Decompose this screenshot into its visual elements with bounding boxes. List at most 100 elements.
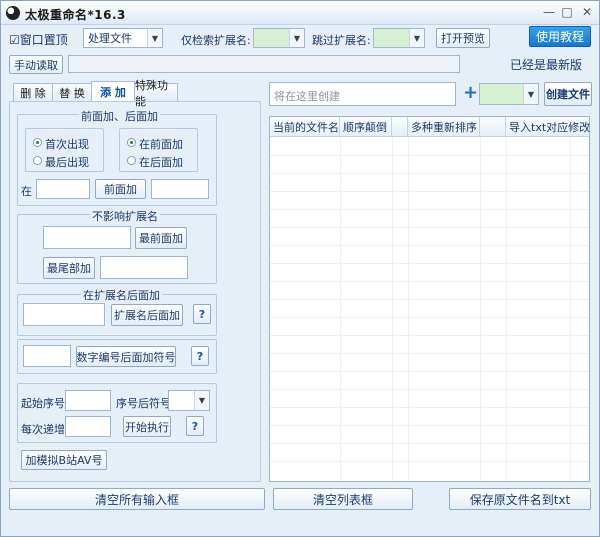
close-icon[interactable]: ✕ xyxy=(579,5,595,21)
create-name-input[interactable]: 将在这里创建 xyxy=(269,82,456,106)
start-exec-button[interactable]: 开始执行 xyxy=(123,416,171,437)
after-ext-button[interactable]: 扩展名后面加 xyxy=(111,304,183,326)
bilibili-av-button[interactable]: 加模拟B站AV号 xyxy=(21,450,107,470)
plus-icon: + xyxy=(463,82,479,103)
add-front-radio-label: 在前面加 xyxy=(139,138,183,151)
maximize-icon[interactable]: □ xyxy=(559,5,575,21)
row-line xyxy=(270,443,589,444)
first-occurrence-label: 首次出现 xyxy=(45,138,89,151)
taichi-logo-icon xyxy=(6,6,20,20)
minimize-icon[interactable]: — xyxy=(541,5,557,21)
clear-inputs-button[interactable]: 清空所有输入框 xyxy=(9,488,265,510)
column-divider xyxy=(570,137,571,481)
topmost-checkbox[interactable]: ☑窗口置顶 xyxy=(9,31,68,48)
preview-button[interactable]: 打开预览 xyxy=(436,28,490,48)
column-divider xyxy=(392,137,393,481)
tab-special[interactable]: 特殊功能 xyxy=(134,79,178,108)
column-current-name[interactable]: 当前的文件名 xyxy=(270,117,340,137)
after-ext-input[interactable] xyxy=(23,303,105,326)
clear-list-button[interactable]: 清空列表框 xyxy=(273,488,413,510)
keep-ext-title: 不影响扩展名 xyxy=(90,208,160,224)
row-line xyxy=(270,227,589,228)
chevron-down-icon: ▼ xyxy=(409,29,424,47)
chevron-down-icon: ▼ xyxy=(289,29,304,47)
window-title: 太极重命名*16.3 xyxy=(25,8,126,22)
chevron-down-icon: ▼ xyxy=(194,391,209,410)
front-back-title: 前面加、后面加 xyxy=(79,108,160,124)
column-divider xyxy=(480,137,481,481)
last-occurrence-radio[interactable] xyxy=(33,156,42,165)
start-seq-input[interactable] xyxy=(65,390,111,411)
front-most-input[interactable] xyxy=(43,226,131,249)
row-line xyxy=(270,407,589,408)
column-multi-sort[interactable]: 多种重新排序 xyxy=(408,117,480,137)
tutorial-button[interactable]: 使用教程 xyxy=(529,26,591,47)
tab-delete[interactable]: 删 除 xyxy=(13,83,53,101)
checkbox-icon: ☑ xyxy=(9,33,20,47)
file-list[interactable]: 当前的文件名 顺序颠倒 多种重新排序 导入txt对应修改 xyxy=(269,116,590,482)
add-end-button[interactable]: 最尾部加 xyxy=(43,257,95,279)
add-back-radio[interactable] xyxy=(127,156,136,165)
mode-value: 处理文件 xyxy=(88,32,132,45)
skip-ext-select[interactable]: ▼ xyxy=(373,28,425,48)
row-line xyxy=(270,245,589,246)
mode-select[interactable]: 处理文件 ▼ xyxy=(83,28,163,48)
search-ext-select[interactable]: ▼ xyxy=(253,28,305,48)
row-line xyxy=(270,425,589,426)
row-line xyxy=(270,389,589,390)
column-divider xyxy=(506,137,507,481)
row-line xyxy=(270,209,589,210)
add-back-radio-label: 在后面加 xyxy=(139,156,183,169)
main-window: 太极重命名*16.3 — □ ✕ ☑窗口置顶 处理文件 ▼ 仅检索扩展名: ▼ … xyxy=(0,0,600,537)
add-text-input[interactable] xyxy=(151,179,209,199)
step-label: 每次递增 xyxy=(21,423,65,436)
row-line xyxy=(270,155,589,156)
column-blank-b xyxy=(480,117,506,137)
path-input[interactable] xyxy=(68,55,460,73)
row-line xyxy=(270,371,589,372)
sequence-help-button[interactable]: ? xyxy=(186,416,204,436)
topmost-label: 窗口置顶 xyxy=(19,33,68,47)
row-line xyxy=(270,317,589,318)
end-most-input[interactable] xyxy=(100,256,188,279)
seq-suffix-label: 序号后符号 xyxy=(116,397,171,410)
add-front-radio[interactable] xyxy=(127,138,136,147)
after-ext-help-button[interactable]: ? xyxy=(193,304,211,324)
version-status: 已经是最新版 xyxy=(510,58,583,72)
row-line xyxy=(270,263,589,264)
after-number-input[interactable] xyxy=(23,345,71,367)
row-line xyxy=(270,281,589,282)
start-seq-label: 起始序号 xyxy=(21,397,65,410)
skip-ext-label: 跳过扩展名: xyxy=(312,34,371,47)
create-ext-select[interactable]: ▼ xyxy=(479,83,539,105)
add-front-most-button[interactable]: 最前面加 xyxy=(135,227,187,249)
column-divider xyxy=(340,137,341,481)
after-number-button[interactable]: 数字编号后面加符号 xyxy=(76,346,176,367)
row-line xyxy=(270,353,589,354)
last-occurrence-label: 最后出现 xyxy=(45,156,89,169)
save-names-button[interactable]: 保存原文件名到txt xyxy=(449,488,591,510)
position-index-input[interactable] xyxy=(36,179,90,199)
column-divider xyxy=(408,137,409,481)
seq-suffix-select[interactable]: ▼ xyxy=(168,390,210,411)
row-line xyxy=(270,299,589,300)
tab-add[interactable]: 添 加 xyxy=(91,81,135,102)
file-list-header: 当前的文件名 顺序颠倒 多种重新排序 导入txt对应修改 xyxy=(270,117,590,137)
step-input[interactable] xyxy=(65,416,111,437)
column-import-txt[interactable]: 导入txt对应修改 xyxy=(506,117,590,137)
row-line xyxy=(270,461,589,462)
after-number-help-button[interactable]: ? xyxy=(191,346,209,366)
first-occurrence-radio[interactable] xyxy=(33,138,42,147)
row-line xyxy=(270,173,589,174)
add-front-button[interactable]: 前面加 xyxy=(95,179,146,199)
column-reverse-order[interactable]: 顺序颠倒 xyxy=(340,117,392,137)
tab-replace[interactable]: 替 换 xyxy=(52,83,92,101)
manual-read-button[interactable]: 手动读取 xyxy=(9,55,63,74)
create-file-button[interactable]: 创建文件 xyxy=(544,82,592,106)
at-label: 在 xyxy=(21,185,32,198)
chevron-down-icon: ▼ xyxy=(147,29,162,47)
search-ext-label: 仅检索扩展名: xyxy=(181,34,251,47)
after-ext-title: 在扩展名后面加 xyxy=(81,287,162,303)
row-line xyxy=(270,191,589,192)
row-line xyxy=(270,335,589,336)
